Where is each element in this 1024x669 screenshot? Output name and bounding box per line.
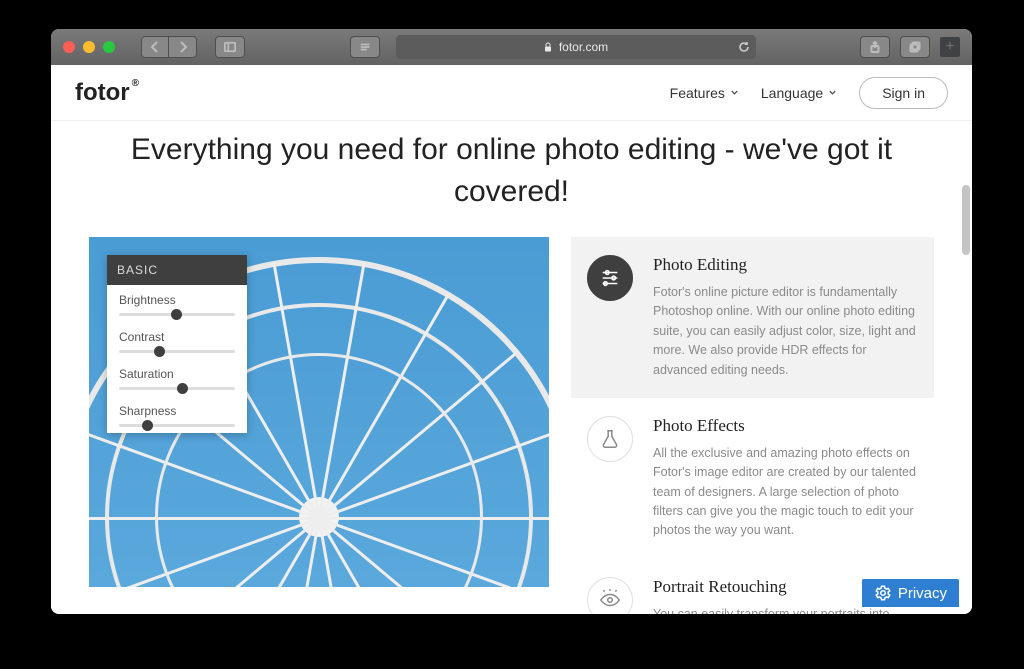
sidebar-toggle-button[interactable]: [215, 36, 245, 58]
slider-knob[interactable]: [177, 383, 188, 394]
slider-label: Contrast: [119, 330, 235, 344]
basic-panel: BASIC Brightness Contrast Saturation: [107, 255, 247, 433]
logo-text: fotor: [75, 79, 130, 107]
logo[interactable]: fotor®: [75, 79, 139, 107]
site-header: fotor® Features Language Sign in: [51, 65, 972, 121]
maximize-window-button[interactable]: [103, 41, 115, 53]
feature-list: Photo Editing Fotor's online picture edi…: [549, 237, 934, 614]
registered-icon: ®: [132, 79, 139, 89]
chevron-down-icon: [828, 88, 837, 97]
feature-photo-effects[interactable]: Photo Effects All the exclusive and amaz…: [571, 398, 934, 559]
tabs-button[interactable]: [900, 36, 930, 58]
signin-label: Sign in: [882, 85, 925, 101]
slider-knob[interactable]: [154, 346, 165, 357]
preview-image: BASIC Brightness Contrast Saturation: [89, 237, 549, 587]
privacy-label: Privacy: [898, 585, 947, 602]
slider-label: Brightness: [119, 293, 235, 307]
toolbar-right: +: [860, 36, 960, 58]
browser-window: fotor.com + fotor® Features: [51, 29, 972, 614]
scrollbar-thumb[interactable]: [962, 185, 970, 255]
feature-title: Photo Editing: [653, 255, 918, 275]
share-button[interactable]: [860, 36, 890, 58]
titlebar: fotor.com +: [51, 29, 972, 65]
new-tab-button[interactable]: +: [940, 37, 960, 57]
features-menu[interactable]: Features: [670, 85, 739, 101]
minimize-window-button[interactable]: [83, 41, 95, 53]
slider-knob[interactable]: [171, 309, 182, 320]
lock-icon: [543, 42, 553, 52]
refresh-icon[interactable]: [738, 41, 750, 53]
slider-sharpness[interactable]: Sharpness: [107, 396, 247, 433]
back-button[interactable]: [141, 36, 169, 58]
privacy-button[interactable]: Privacy: [862, 579, 959, 607]
sliders-icon: [587, 255, 633, 301]
page: fotor® Features Language Sign in Everyth…: [51, 65, 972, 614]
feature-title: Photo Effects: [653, 416, 918, 436]
feature-body: Fotor's online picture editor is fundame…: [653, 283, 918, 380]
slider-saturation[interactable]: Saturation: [107, 359, 247, 396]
chevron-down-icon: [730, 88, 739, 97]
traffic-lights: [63, 41, 115, 53]
basic-panel-title: BASIC: [107, 255, 247, 285]
url-host: fotor.com: [559, 40, 608, 54]
slider-label: Saturation: [119, 367, 235, 381]
language-menu-label: Language: [761, 85, 823, 101]
reader-button[interactable]: [350, 36, 380, 58]
nav-buttons: [141, 36, 197, 58]
content: BASIC Brightness Contrast Saturation: [51, 237, 972, 614]
language-menu[interactable]: Language: [761, 85, 837, 101]
gear-icon: [874, 584, 892, 602]
forward-button[interactable]: [169, 36, 197, 58]
flask-icon: [587, 416, 633, 462]
header-menu: Features Language Sign in: [670, 77, 948, 109]
feature-photo-editing[interactable]: Photo Editing Fotor's online picture edi…: [571, 237, 934, 398]
slider-knob[interactable]: [142, 420, 153, 431]
slider-contrast[interactable]: Contrast: [107, 322, 247, 359]
eye-icon: [587, 577, 633, 614]
close-window-button[interactable]: [63, 41, 75, 53]
slider-label: Sharpness: [119, 404, 235, 418]
hero-heading: Everything you need for online photo edi…: [51, 121, 972, 237]
signin-button[interactable]: Sign in: [859, 77, 948, 109]
feature-body: All the exclusive and amazing photo effe…: [653, 444, 918, 541]
slider-brightness[interactable]: Brightness: [107, 285, 247, 322]
address-bar[interactable]: fotor.com: [396, 35, 756, 59]
features-menu-label: Features: [670, 85, 725, 101]
